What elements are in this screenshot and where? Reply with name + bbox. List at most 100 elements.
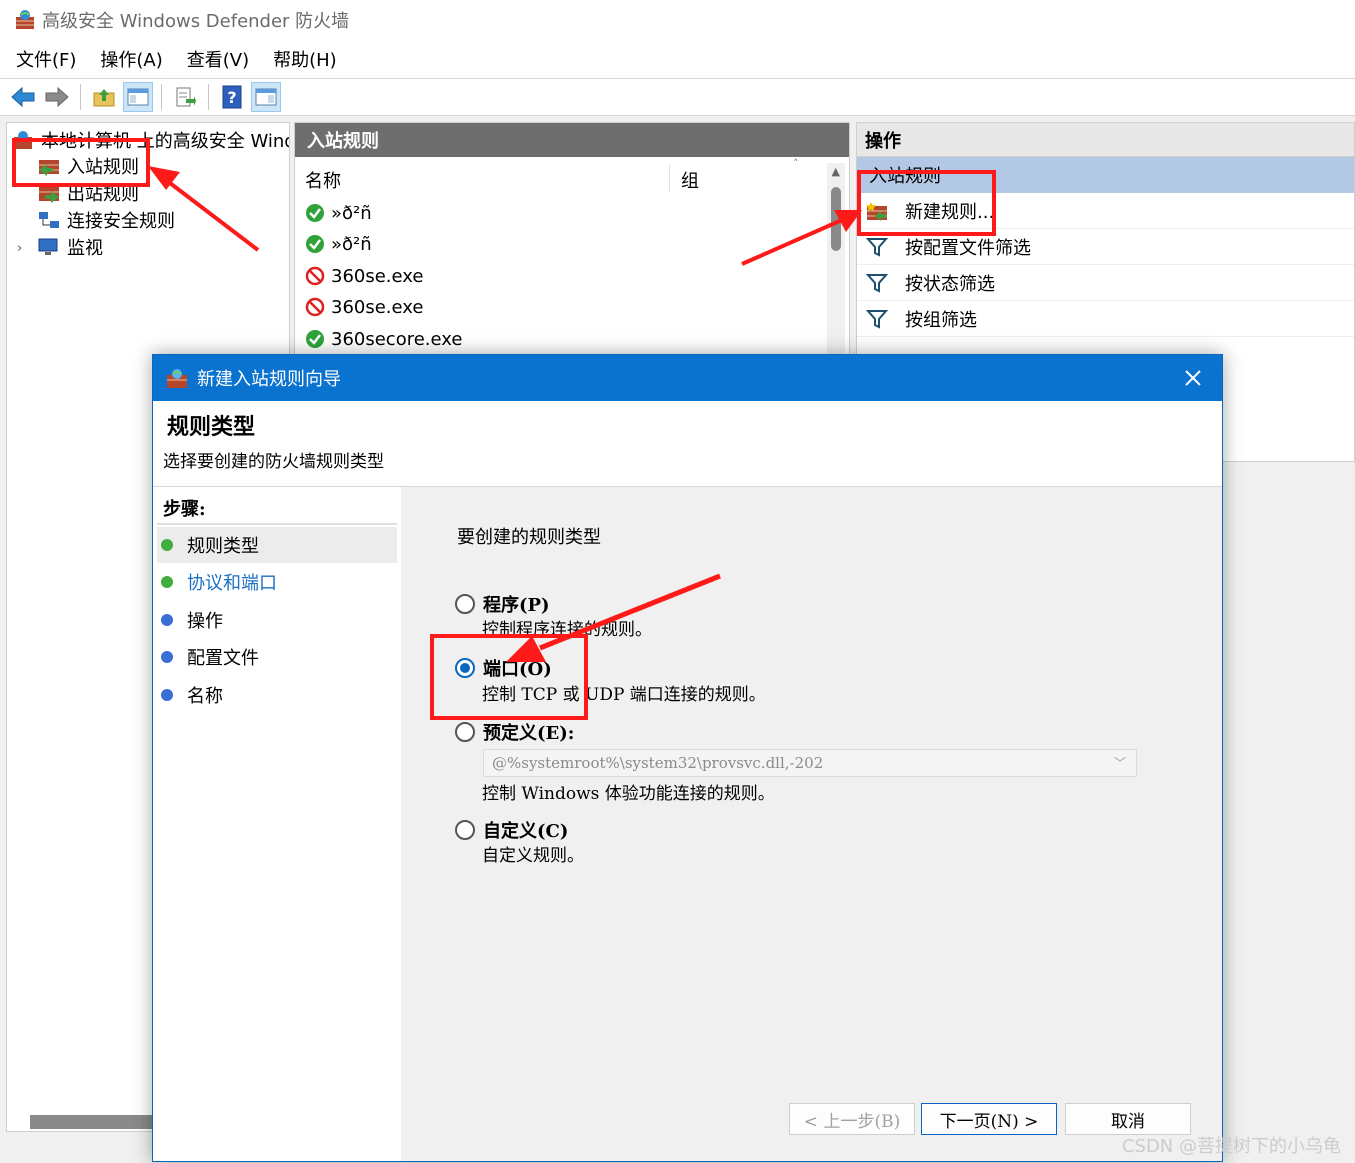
menu-file[interactable]: 文件(F) (16, 46, 76, 72)
sort-chevron-icon: ˄ (793, 157, 799, 170)
step-pending-icon (161, 651, 173, 663)
option-predefined[interactable]: 预定义(E): (455, 719, 574, 745)
option-desc: 自定义规则。 (482, 846, 584, 866)
radio-custom[interactable] (455, 820, 475, 840)
filter-icon (866, 273, 888, 293)
step-label: 名称 (187, 686, 223, 707)
step-protocol-and-ports[interactable]: 协议和端口 (157, 564, 397, 600)
up-folder-button[interactable] (89, 82, 119, 112)
dialog-close-button[interactable] (1180, 365, 1206, 391)
annotation-box-inbound-rules (12, 138, 150, 187)
table-row[interactable]: »ð²ñ (305, 230, 372, 258)
forward-button[interactable] (42, 82, 72, 112)
scroll-up-icon[interactable]: ▲ (832, 165, 840, 178)
dialog-header: 规则类型 选择要创建的防火墙规则类型 (153, 401, 1222, 487)
firewall-icon (167, 369, 187, 388)
watermark: CSDN @菩提树下的小乌龟 (1121, 1136, 1341, 1157)
action-label: 按配置文件筛选 (905, 237, 1031, 259)
step-label[interactable]: 协议和端口 (187, 569, 277, 595)
page-subtitle: 选择要创建的防火墙规则类型 (163, 452, 384, 472)
back-button[interactable]: < 上一步(B) (789, 1103, 915, 1135)
step-pending-icon (161, 614, 173, 626)
page-title: 规则类型 (167, 414, 256, 440)
step-name: 名称 (157, 677, 397, 713)
tree-item-label: 连接安全规则 (67, 211, 175, 232)
firewall-icon (16, 10, 34, 29)
step-profile: 配置文件 (157, 639, 397, 675)
action-filter-by-group[interactable]: 按组筛选 (857, 301, 1354, 337)
table-row[interactable]: 360se.exe (305, 262, 423, 290)
window-titlebar: 高级安全 Windows Defender 防火墙 (0, 0, 1355, 40)
steps-divider (157, 523, 397, 525)
radio-program[interactable] (455, 594, 475, 614)
close-icon (1185, 370, 1201, 386)
arrow-left-icon (11, 86, 35, 108)
tree-item-connection-security-rules[interactable]: 连接安全规则 (37, 207, 175, 233)
step-label: 配置文件 (187, 648, 259, 669)
table-row[interactable]: 360secore.exe (305, 325, 462, 353)
rule-type-content: 要创建的规则类型 程序(P) 控制程序连接的规则。 端口(O) 控制 TCP 或… (405, 487, 1222, 1161)
option-label: 程序(P) (483, 595, 550, 616)
step-action: 操作 (157, 602, 397, 638)
tree-item-monitoring[interactable]: 监视 (37, 234, 103, 260)
action-label: 按组筛选 (905, 309, 977, 331)
back-button[interactable] (8, 82, 38, 112)
next-button[interactable]: 下一页(N) > (921, 1103, 1057, 1135)
allow-icon (306, 330, 324, 348)
toolbar-separator (208, 84, 209, 110)
column-header-group[interactable]: 组 (681, 167, 699, 193)
expand-chevron-icon[interactable]: › (17, 241, 22, 256)
horizontal-scrollbar[interactable] (30, 1115, 152, 1129)
allow-icon (306, 204, 324, 222)
action-label: 按状态筛选 (905, 273, 995, 295)
rule-name: »ð²ñ (331, 202, 372, 224)
step-rule-type: 规则类型 (157, 527, 397, 563)
menu-action[interactable]: 操作(A) (100, 46, 162, 72)
step-done-icon (161, 539, 173, 551)
show-hide-console-tree-button[interactable] (123, 82, 153, 112)
filter-icon (866, 309, 888, 329)
toolbar-separator (80, 84, 81, 110)
rule-name: »ð²ñ (331, 233, 372, 255)
annotation-box-new-rule (857, 170, 996, 236)
export-icon (176, 87, 196, 107)
annotation-box-port-option (430, 634, 588, 720)
steps-title: 步骤: (163, 499, 206, 520)
predefined-select[interactable]: @%systemroot%\system32\provsvc.dll,-202 … (483, 749, 1137, 777)
toolbar: ? (0, 78, 1355, 116)
show-hide-action-pane-button[interactable] (251, 82, 281, 112)
option-label: 预定义(E): (483, 723, 575, 744)
steps-panel: 步骤: 规则类型 协议和端口 操作 配置文件 名称 (153, 487, 401, 1161)
dialog-titlebar: 新建入站规则向导 (153, 355, 1222, 401)
column-header-name[interactable]: 名称 (305, 167, 341, 193)
column-divider (669, 165, 670, 191)
cancel-button[interactable]: 取消 (1065, 1103, 1191, 1135)
step-done-icon (161, 576, 173, 588)
action-filter-by-state[interactable]: 按状态筛选 (857, 265, 1354, 301)
block-icon (305, 266, 325, 286)
allow-icon (306, 235, 324, 253)
table-row[interactable]: »ð²ñ (305, 199, 372, 227)
action-pane-icon (255, 88, 277, 106)
export-list-button[interactable] (170, 82, 200, 112)
chevron-down-icon: ﹀ (1113, 756, 1126, 770)
menu-view[interactable]: 查看(V) (187, 46, 249, 72)
menubar: 文件(F) 操作(A) 查看(V) 帮助(H) (0, 40, 1355, 78)
menu-help[interactable]: 帮助(H) (273, 46, 337, 72)
rule-type-question: 要创建的规则类型 (457, 527, 601, 548)
folder-up-icon (93, 89, 115, 107)
toolbar-separator (161, 84, 162, 110)
table-row[interactable]: 360se.exe (305, 293, 423, 321)
filter-icon (866, 237, 888, 257)
help-button[interactable]: ? (217, 82, 247, 112)
option-desc: 控制 Windows 体验功能连接的规则。 (482, 784, 775, 804)
option-program[interactable]: 程序(P) (455, 591, 550, 617)
radio-predefined[interactable] (455, 722, 475, 742)
step-pending-icon (161, 689, 173, 701)
tree-item-label: 监视 (67, 238, 103, 259)
step-label: 规则类型 (187, 536, 259, 557)
option-custom[interactable]: 自定义(C) (455, 817, 568, 843)
arrow-right-icon (45, 86, 69, 108)
rule-name: 360se.exe (331, 265, 424, 287)
scrollbar-thumb[interactable] (831, 187, 841, 251)
